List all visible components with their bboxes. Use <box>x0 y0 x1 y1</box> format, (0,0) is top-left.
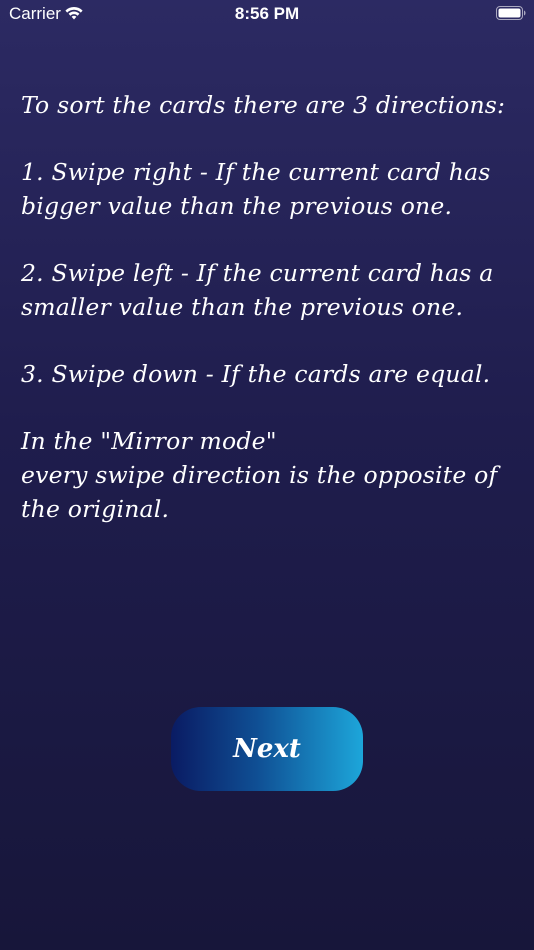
mirror-mode-line-2: every swipe direction is the opposite of… <box>21 461 498 523</box>
instructions-intro: To sort the cards there are 3 directions… <box>21 91 506 119</box>
rule-swipe-down: 3. Swipe down - If the cards are equal. <box>21 360 491 388</box>
instructions-text: To sort the cards there are 3 directions… <box>21 88 521 526</box>
rule-swipe-right: 1. Swipe right - If the current card has… <box>21 158 491 220</box>
mirror-mode-note: In the "Mirror mode" every swipe directi… <box>21 424 521 526</box>
status-time: 8:56 PM <box>234 4 300 23</box>
mirror-mode-line-1: In the "Mirror mode" <box>21 427 277 455</box>
status-bar: Carrier 8:56 PM <box>0 0 534 30</box>
next-button[interactable]: Next <box>171 707 363 791</box>
next-button-label: Next <box>233 734 301 764</box>
battery-icon <box>496 6 526 20</box>
rule-swipe-left: 2. Swipe left - If the current card has … <box>21 259 494 321</box>
